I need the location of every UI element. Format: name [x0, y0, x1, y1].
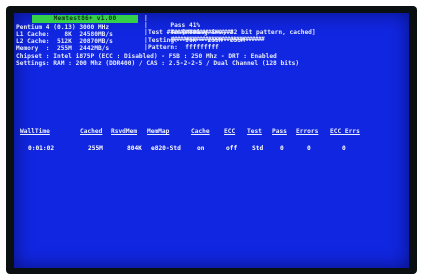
col-errors: Errors	[296, 128, 319, 135]
col-cached: Cached	[80, 128, 103, 135]
cell-rsvdmem: 804K	[127, 145, 142, 152]
col-test: Test	[247, 128, 262, 135]
settings-info: Settings: RAM : 200 Mhz (DDR400) / CAS :…	[16, 60, 300, 67]
pattern-value: Pattern: fffffffff	[148, 44, 219, 51]
cell-test: Std	[252, 145, 264, 152]
col-ecc: ECC	[224, 128, 236, 135]
monitor-bezel: Memtest86+ v1.00 Pentium 4 (0.13) 3000 M…	[6, 6, 417, 274]
memtest-screen: Memtest86+ v1.00 Pentium 4 (0.13) 3000 M…	[14, 13, 409, 268]
cell-errors: 0	[307, 145, 311, 152]
col-rsvdmem: RsvdMem	[111, 128, 138, 135]
cell-memmap: e820-Std	[151, 145, 181, 152]
col-ecc-errs: ECC Errs	[330, 128, 360, 135]
app-title: Memtest86+ v1.00	[32, 15, 138, 23]
test-description: Test #4 [Moving inv, 32 bit pattern, cac…	[148, 29, 316, 36]
cell-pass: 0	[280, 145, 284, 152]
cell-ecc: off	[226, 145, 238, 152]
col-walltime: WallTime	[20, 128, 50, 135]
cell-cache: on	[197, 145, 205, 152]
cell-cached: 255M	[88, 145, 103, 152]
cell-ecc-errs: 0	[342, 145, 346, 152]
memory-info: Memory : 255M 2442MB/s	[16, 45, 110, 52]
stats-table-row: 0:01:02 255M 804K e820-Std on off Std 0 …	[16, 145, 407, 153]
col-cache: Cache	[191, 128, 210, 135]
stats-table-header: WallTime Cached RsvdMem MemMap Cache ECC…	[16, 128, 407, 136]
cell-walltime: 0:01:02	[28, 145, 55, 152]
col-pass: Pass	[272, 128, 287, 135]
col-memmap: MemMap	[147, 128, 170, 135]
